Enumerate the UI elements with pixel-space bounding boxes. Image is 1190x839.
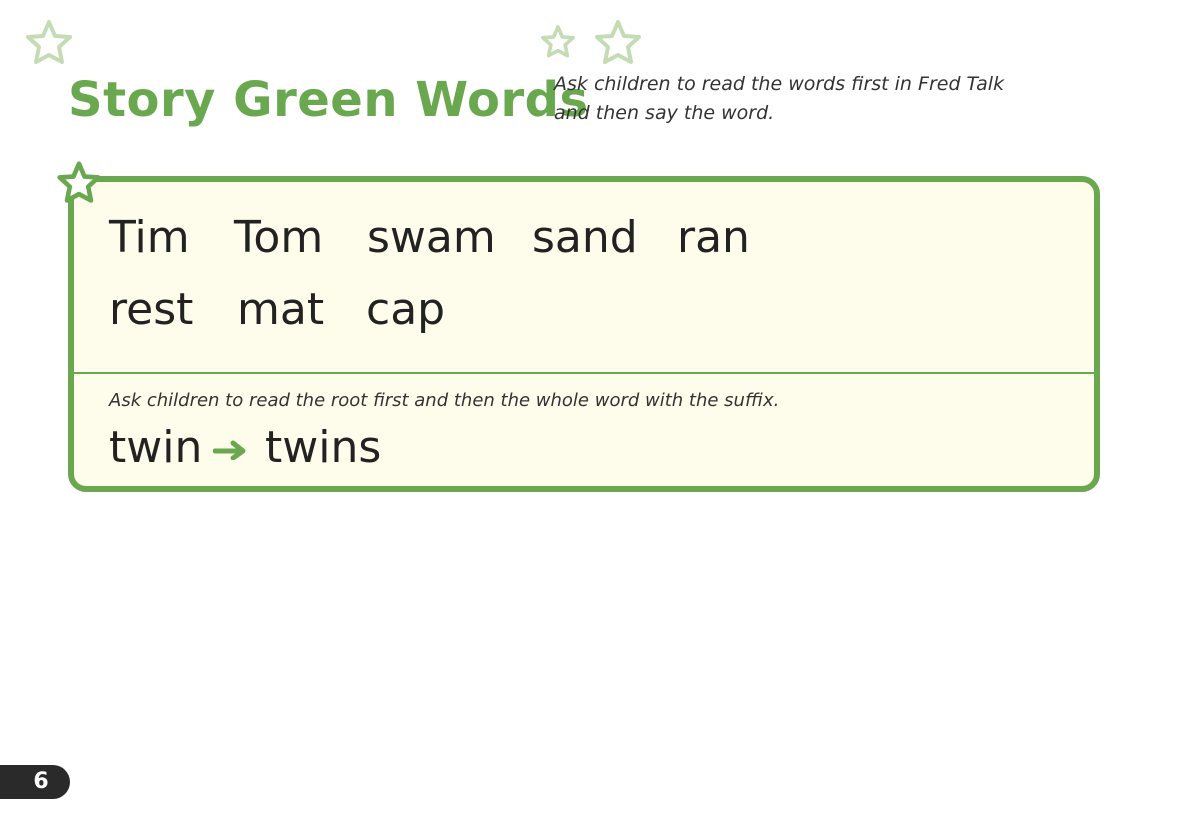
page-title: Story Green Words bbox=[68, 72, 589, 128]
green-words-card: Tim Tom swam sand ran rest mat cap Ask c… bbox=[68, 176, 1100, 492]
instruction-line: Ask children to read the words first in … bbox=[554, 73, 1005, 95]
star-icon bbox=[541, 25, 575, 58]
card-divider bbox=[74, 372, 1094, 374]
suffix-word: twins bbox=[265, 422, 382, 473]
green-word: ran bbox=[677, 212, 750, 263]
green-word: Tim bbox=[109, 212, 190, 263]
star-icon bbox=[595, 20, 641, 64]
instruction-line: and then say the word. bbox=[554, 102, 775, 124]
green-word: rest bbox=[109, 284, 194, 335]
arrow-right-icon bbox=[213, 440, 246, 460]
green-word: sand bbox=[532, 212, 638, 263]
green-word: cap bbox=[366, 284, 446, 335]
star-icon bbox=[57, 161, 101, 203]
green-word: mat bbox=[237, 284, 325, 335]
star-icon bbox=[26, 20, 72, 64]
suffix-instruction: Ask children to read the root first and … bbox=[109, 390, 780, 411]
fred-talk-instruction: Ask children to read the words first in … bbox=[554, 70, 1005, 128]
green-word: swam bbox=[367, 212, 496, 263]
page-number: 6 bbox=[0, 765, 70, 799]
root-word: twin bbox=[109, 422, 203, 473]
green-word: Tom bbox=[234, 212, 324, 263]
